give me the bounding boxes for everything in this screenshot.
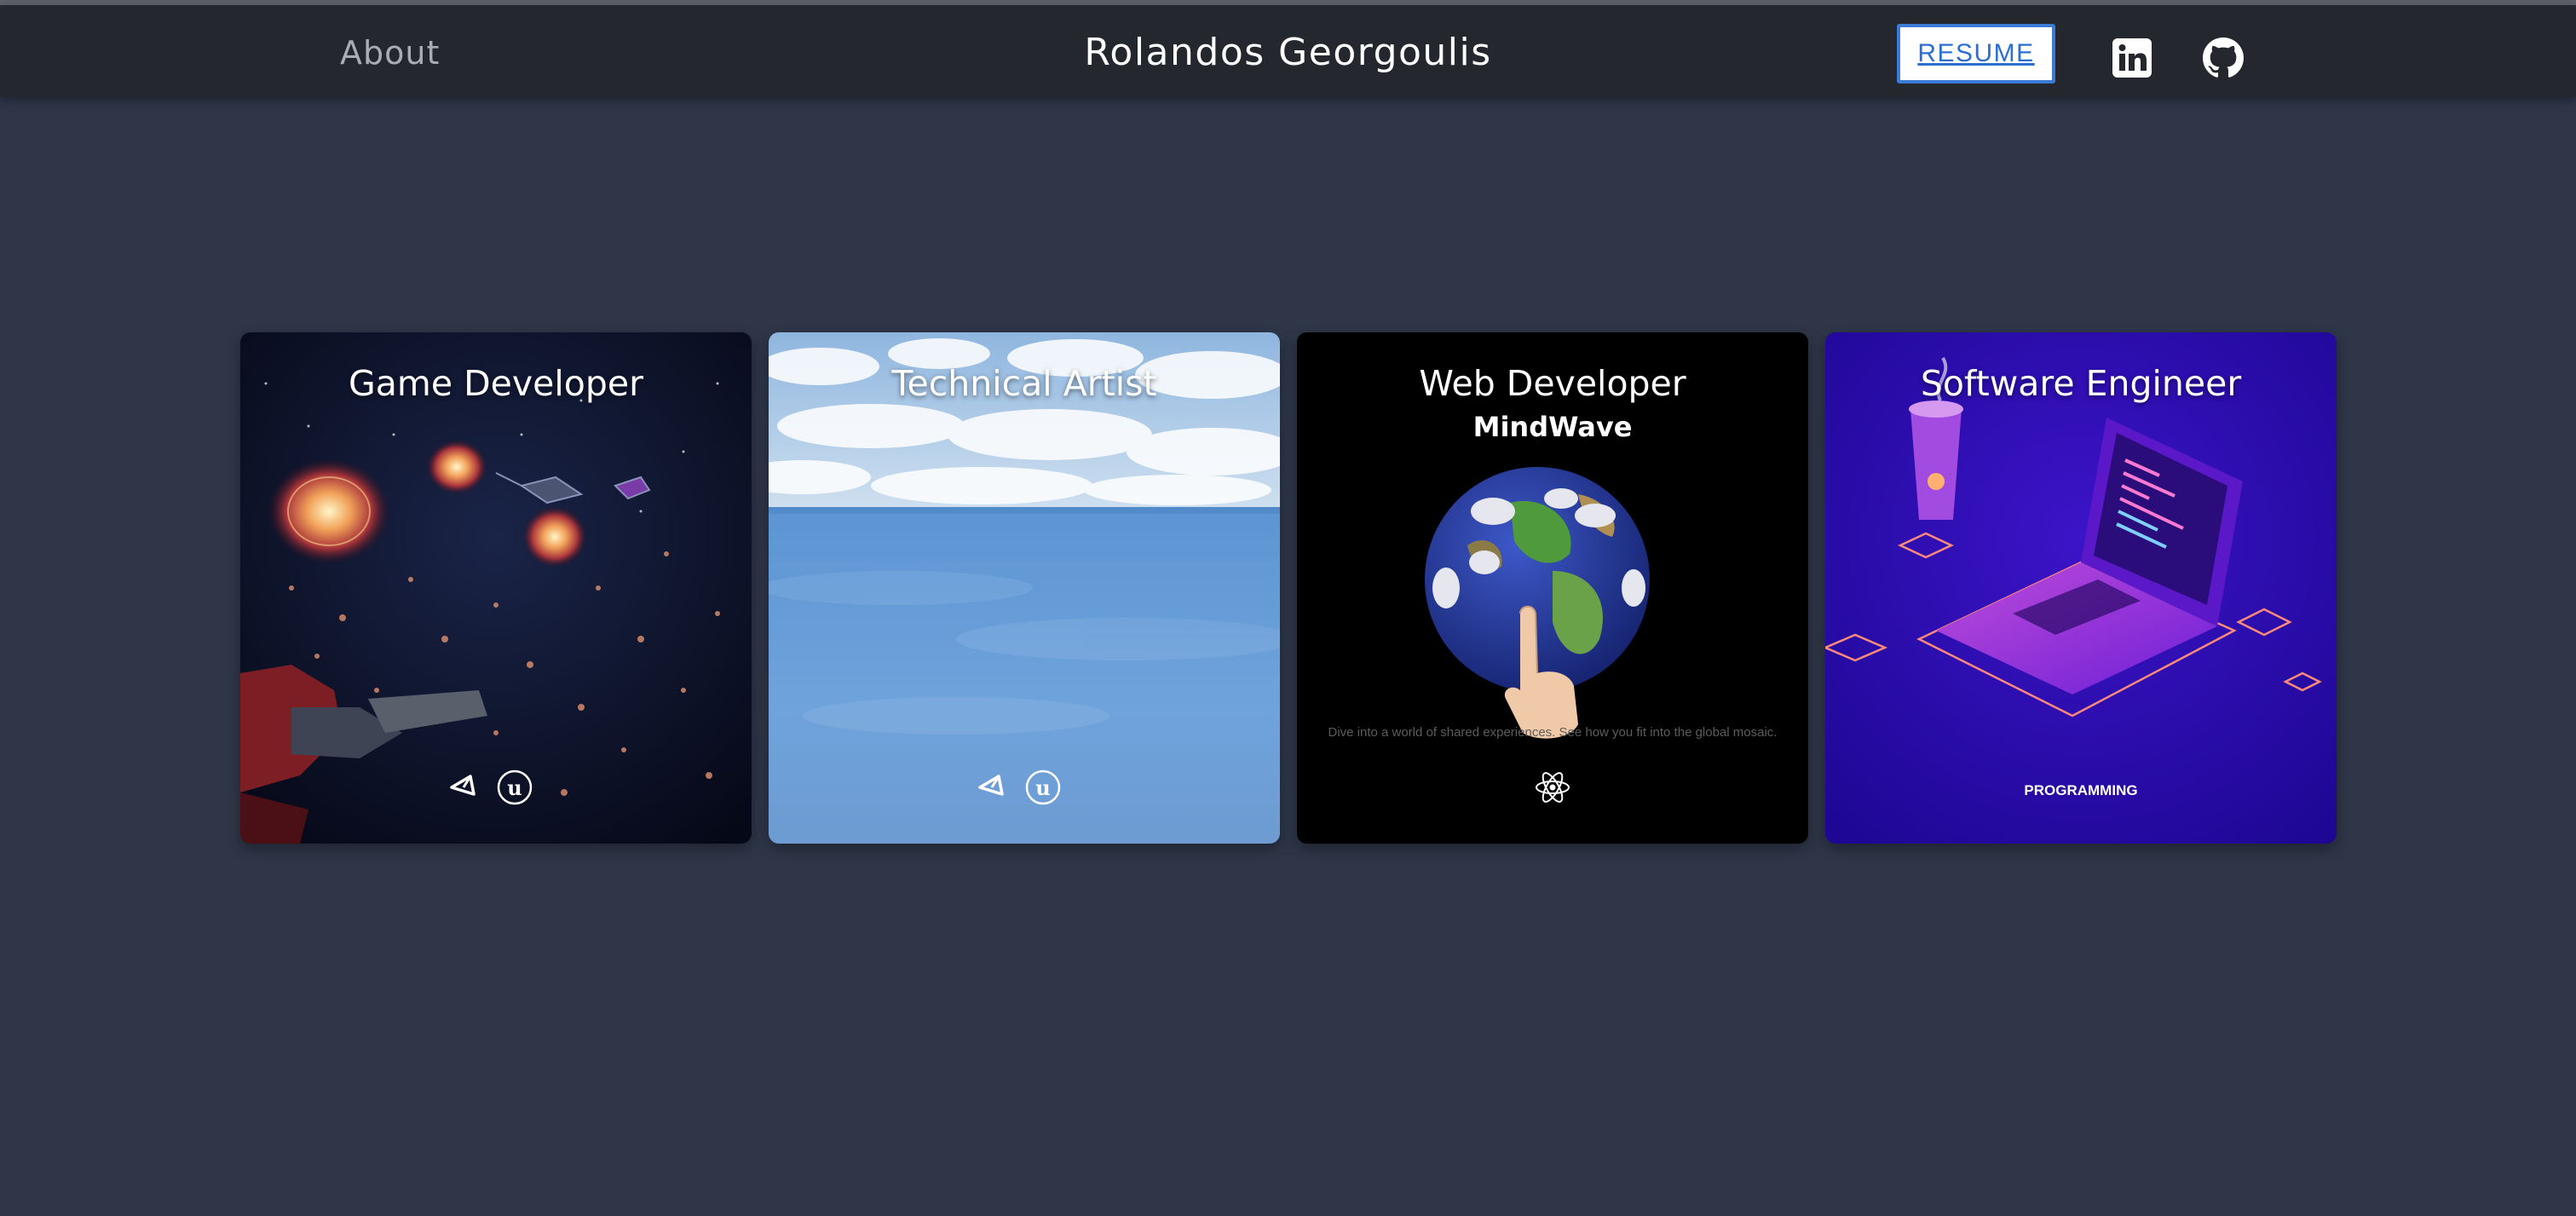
globe-touch-image <box>1297 332 1808 844</box>
programming-label: PROGRAMMING <box>2024 782 2138 798</box>
space-scene-image <box>240 332 752 844</box>
ocean-scene-image <box>769 332 1280 844</box>
card-web-developer[interactable]: Web Developer MindWave Dive into a world… <box>1297 332 1808 844</box>
linkedin-icon[interactable] <box>2112 37 2152 78</box>
mindwave-tagline: Dive into a world of shared experiences.… <box>1328 725 1778 740</box>
nav-about-link[interactable]: About <box>340 34 440 72</box>
svg-text:u: u <box>507 775 522 800</box>
svg-text:u: u <box>1035 775 1050 800</box>
site-title: Rolandos Georgoulis <box>1084 31 1492 74</box>
card-title: Technical Artist <box>891 363 1157 404</box>
github-icon[interactable] <box>2203 37 2244 78</box>
card-title: Web Developer <box>1419 363 1686 404</box>
unreal-icon: u <box>497 769 533 805</box>
navbar: About Rolandos Georgoulis RESUME <box>0 5 2576 97</box>
card-title: Game Developer <box>349 363 643 404</box>
resume-button[interactable]: RESUME <box>1897 24 2055 84</box>
card-title: Software Engineer <box>1920 363 2242 404</box>
unity-icon <box>978 775 1004 796</box>
react-icon <box>1536 772 1570 803</box>
card-technical-artist[interactable]: Technical Artist u <box>769 332 1280 844</box>
unreal-icon: u <box>1025 769 1061 805</box>
card-software-engineer[interactable]: Software Engineer PROGRAMMING <box>1825 332 2337 844</box>
mindwave-brand: MindWave <box>1472 411 1633 443</box>
laptop-illustration-image <box>1825 332 2337 844</box>
card-game-developer[interactable]: Game Developer u <box>240 332 752 844</box>
unity-icon <box>450 775 475 796</box>
